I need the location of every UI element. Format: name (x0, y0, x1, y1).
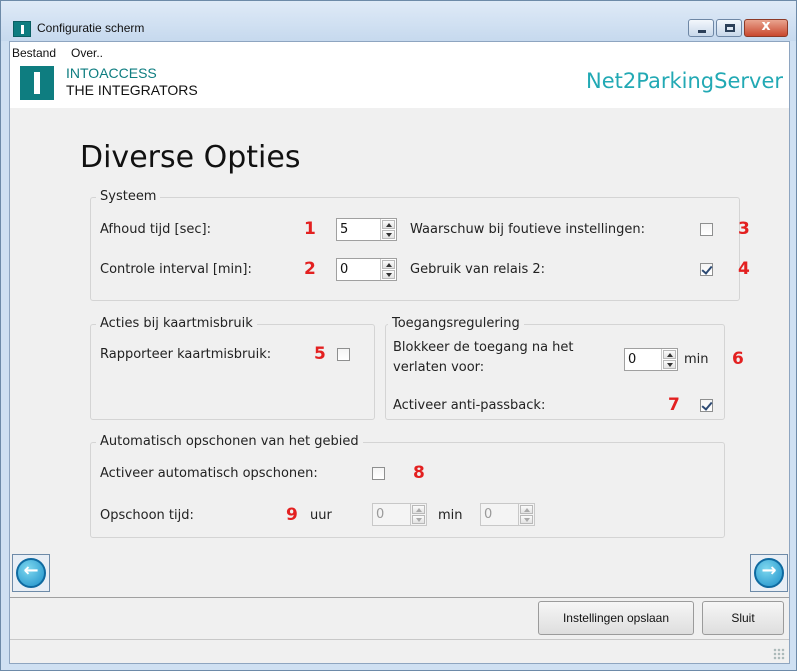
menu-over[interactable]: Over.. (71, 46, 103, 60)
stepper-arrows (380, 259, 396, 280)
opschonen-activeer-label: Activeer automatisch opschonen: (100, 466, 318, 481)
spin-up-icon[interactable] (663, 350, 676, 359)
title-bar[interactable]: Configuratie scherm x (1, 1, 796, 41)
marker-8: 8 (413, 463, 425, 483)
uur-label: uur (310, 508, 332, 523)
blokkeer-label-line2: verlaten voor: (393, 360, 485, 375)
afhoud-tijd-label: Afhoud tijd [sec]: (100, 222, 211, 237)
maximize-button[interactable] (716, 19, 742, 37)
systeem-group (90, 197, 740, 301)
blokkeer-value: 0 (628, 352, 637, 367)
save-settings-button[interactable]: Instellingen opslaan (538, 601, 694, 635)
controle-interval-label: Controle interval [min]: (100, 262, 252, 277)
marker-3: 3 (738, 219, 750, 239)
marker-5: 5 (314, 344, 326, 364)
client-area: Bestand Over.. INTOACCESS THE INTEGRATOR… (9, 41, 790, 664)
arrow-left-glyph: ← (23, 560, 39, 581)
marker-2: 2 (304, 259, 316, 279)
antipassback-checkbox[interactable] (700, 399, 713, 412)
controle-interval-stepper[interactable]: 0 (336, 258, 397, 281)
acties-group-title: Acties bij kaartmisbruik (96, 316, 257, 331)
stepper-arrows (518, 504, 534, 525)
spin-down-icon[interactable] (382, 270, 395, 279)
app-name: Net2ParkingServer (586, 69, 783, 93)
spin-down-icon[interactable] (663, 360, 676, 369)
spin-up-icon[interactable] (382, 260, 395, 269)
opschonen-group-title: Automatisch opschonen van het gebied (96, 434, 363, 449)
marker-7: 7 (668, 395, 680, 415)
opschonen-activeer-checkbox[interactable] (372, 467, 385, 480)
spin-down-icon[interactable] (382, 230, 395, 239)
forward-button[interactable]: → (750, 554, 788, 592)
window-controls: x (688, 18, 788, 37)
waarschuw-label: Waarschuw bij foutieve instellingen: (410, 222, 646, 237)
close-button[interactable]: Sluit (702, 601, 784, 635)
opschoon-tijd-label: Opschoon tijd: (100, 508, 194, 523)
acties-group (90, 324, 375, 420)
stepper-arrows (380, 219, 396, 240)
marker-1: 1 (304, 219, 316, 239)
spin-down-icon[interactable] (520, 515, 533, 524)
blokkeer-label-line1: Blokkeer de toegang na het (393, 340, 574, 355)
antipassback-label: Activeer anti-passback: (393, 398, 546, 413)
min-value: 0 (484, 507, 493, 522)
resize-grip-icon[interactable] (773, 648, 785, 660)
controle-interval-value: 0 (340, 262, 349, 277)
page-title: Diverse Opties (80, 140, 301, 175)
afhoud-tijd-stepper[interactable]: 5 (336, 218, 397, 241)
window-title: Configuratie scherm (37, 21, 145, 35)
maximize-icon (725, 24, 735, 32)
marker-4: 4 (738, 259, 750, 279)
marker-9: 9 (286, 505, 298, 525)
close-window-button[interactable]: x (744, 18, 788, 37)
blokkeer-unit: min (684, 352, 709, 367)
marker-6: 6 (732, 349, 744, 369)
brand-banner: INTOACCESS THE INTEGRATORS Net2ParkingSe… (10, 64, 789, 108)
close-icon: x (761, 18, 771, 34)
rapporteer-label: Rapporteer kaartmisbruik: (100, 347, 272, 362)
intoaccess-logo-icon (20, 66, 54, 100)
min-label: min (438, 508, 463, 523)
logo-line-2: THE INTEGRATORS (66, 82, 198, 98)
arrow-right-glyph: → (761, 560, 777, 581)
stepper-arrows (661, 349, 677, 370)
blokkeer-stepper[interactable]: 0 (624, 348, 678, 371)
stepper-arrows (410, 504, 426, 525)
min-stepper[interactable]: 0 (480, 503, 535, 526)
minimize-button[interactable] (688, 19, 714, 37)
spin-up-icon[interactable] (382, 220, 395, 229)
spin-down-icon[interactable] (412, 515, 425, 524)
logo-line-1: INTOACCESS (66, 65, 157, 81)
afhoud-tijd-value: 5 (340, 222, 349, 237)
configuration-window: Configuratie scherm x Bestand Over.. INT… (0, 0, 797, 671)
spin-up-icon[interactable] (520, 505, 533, 514)
button-panel: Instellingen opslaan Sluit (10, 597, 789, 639)
relais-label: Gebruik van relais 2: (410, 262, 546, 277)
status-bar (10, 639, 789, 663)
uur-value: 0 (376, 507, 385, 522)
uur-stepper[interactable]: 0 (372, 503, 427, 526)
spin-up-icon[interactable] (412, 505, 425, 514)
menu-bestand[interactable]: Bestand (12, 46, 56, 60)
systeem-group-title: Systeem (96, 189, 161, 204)
rapporteer-checkbox[interactable] (337, 348, 350, 361)
menu-bar: Bestand Over.. (10, 42, 789, 64)
waarschuw-checkbox[interactable] (700, 223, 713, 236)
relais-checkbox[interactable] (700, 263, 713, 276)
minimize-icon (698, 30, 706, 33)
app-icon (13, 21, 31, 37)
back-button[interactable]: ← (12, 554, 50, 592)
toegang-group-title: Toegangsregulering (388, 316, 524, 331)
